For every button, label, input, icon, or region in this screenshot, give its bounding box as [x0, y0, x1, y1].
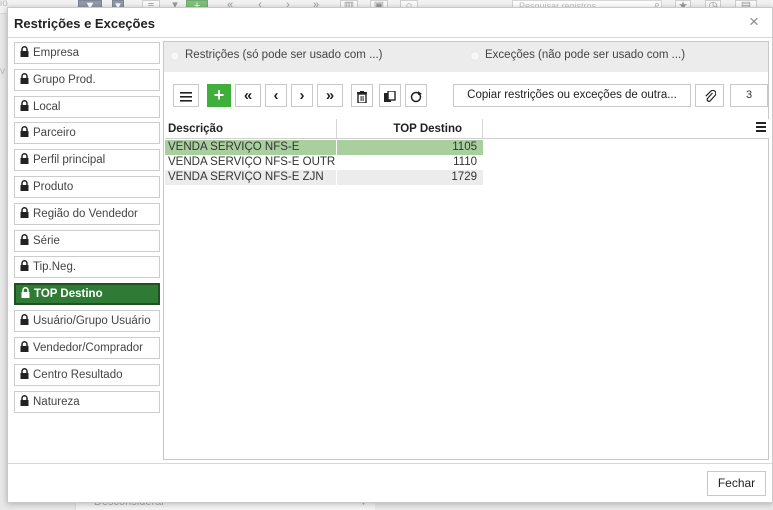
cell-descricao: VENDA SERVIÇO NFS-E ZJN [168, 171, 324, 183]
lock-icon [20, 180, 29, 191]
next-record-button[interactable]: › [291, 84, 313, 107]
close-button[interactable]: Fechar [707, 471, 766, 496]
first-record-button[interactable]: « [235, 84, 261, 107]
background-text-fragment: v [0, 66, 5, 77]
lock-icon [20, 73, 29, 84]
first-page-icon: « [243, 87, 253, 104]
lock-icon [20, 368, 29, 379]
sidebar-item-grupo-prod[interactable]: Grupo Prod. [14, 69, 160, 91]
sidebar-item-tip-neg[interactable]: Tip.Neg. [14, 256, 160, 278]
lock-icon [20, 395, 29, 406]
sidebar-item-usuario-grupo-usuario[interactable]: Usuário/Grupo Usuário [14, 310, 160, 332]
sidebar-item-top-destino[interactable]: TOP Destino [14, 283, 160, 305]
add-button[interactable]: + [207, 84, 231, 107]
table-row[interactable]: VENDA SERVIÇO NFS-E ZJN 1729 [165, 170, 483, 185]
lock-icon [20, 126, 29, 137]
sidebar-item-produto[interactable]: Produto [14, 176, 160, 198]
sidebar-item-centro-resultado[interactable]: Centro Resultado [14, 364, 160, 386]
modal-title: Restrições e Exceções [14, 16, 155, 31]
cell-top-destino: 1110 [453, 156, 477, 168]
sidebar-item-label: Região do Vendedor [33, 208, 138, 220]
lock-icon [20, 153, 29, 164]
mode-selector: Restrições (só pode ser usado com ...) E… [164, 42, 768, 72]
grid-header: Descrição TOP Destino [165, 119, 769, 139]
lock-icon [20, 341, 29, 352]
divider [8, 37, 772, 38]
cell-top-destino: 1729 [451, 171, 477, 183]
lock-icon [20, 314, 29, 325]
sidebar-item-label: Natureza [33, 396, 80, 408]
copy-restrictions-button[interactable]: Copiar restrições ou exceções de outra..… [453, 84, 691, 107]
divider [8, 463, 772, 464]
list-view-button[interactable] [173, 84, 199, 107]
sidebar-item-label: Local [33, 101, 61, 113]
sidebar-item-vendedor-comprador[interactable]: Vendedor/Comprador [14, 337, 160, 359]
sidebar-item-label: Perfil principal [33, 154, 106, 166]
record-count: 3 [730, 84, 768, 107]
paperclip-icon [704, 89, 716, 102]
sidebar-item-label: Série [33, 235, 60, 247]
sidebar-item-label: Vendedor/Comprador [33, 342, 143, 354]
last-page-icon: » [325, 87, 335, 104]
sidebar-item-natureza[interactable]: Natureza [14, 391, 160, 413]
cell-top-destino: 1105 [452, 141, 477, 153]
chevron-right-icon: › [299, 87, 305, 104]
sidebar-item-perfil-principal[interactable]: Perfil principal [14, 149, 160, 171]
table-row[interactable]: VENDA SERVIÇO NFS-E 1105 [165, 140, 483, 155]
lock-icon [20, 46, 29, 57]
column-header-descricao[interactable]: Descrição [168, 119, 337, 139]
sidebar-item-label: Grupo Prod. [33, 74, 96, 86]
sidebar-item-label: Tip.Neg. [33, 261, 77, 273]
sidebar-item-serie[interactable]: Série [14, 230, 160, 252]
chevron-left-icon: ‹ [273, 87, 279, 104]
copy-icon [384, 89, 396, 102]
delete-button[interactable] [351, 84, 373, 107]
table-row[interactable]: VENDA SERVIÇO NFS-E OUTROS 1110 [165, 155, 483, 170]
close-icon[interactable]: × [746, 13, 762, 31]
lock-icon [20, 234, 29, 245]
sidebar-item-label: Empresa [33, 47, 80, 59]
refresh-button[interactable] [405, 84, 427, 107]
sidebar-item-label: Centro Resultado [33, 369, 123, 381]
sidebar-item-label: TOP Destino [34, 288, 103, 300]
cell-descricao: VENDA SERVIÇO NFS-E [168, 141, 300, 153]
lock-icon [21, 287, 30, 298]
radio-excecoes[interactable] [470, 51, 480, 61]
sidebar-item-label: Usuário/Grupo Usuário [33, 315, 151, 327]
sidebar-item-label: Produto [33, 181, 74, 193]
cell-descricao: VENDA SERVIÇO NFS-E OUTROS [168, 156, 335, 168]
plus-icon: + [213, 85, 225, 105]
lock-icon [20, 100, 29, 111]
column-header-top-destino[interactable]: TOP Destino [337, 119, 483, 139]
lock-icon [20, 260, 29, 271]
sidebar-item-empresa[interactable]: Empresa [14, 42, 160, 64]
radio-restricoes[interactable] [170, 51, 180, 61]
duplicate-button[interactable] [379, 84, 401, 107]
trash-icon [357, 90, 367, 104]
restrictions-modal: Restrições e Exceções × Empresa Grupo Pro… [7, 7, 773, 503]
hamburger-icon[interactable] [756, 122, 766, 134]
list-icon [180, 91, 192, 102]
sidebar-item-local[interactable]: Local [14, 96, 160, 118]
last-record-button[interactable]: » [317, 84, 343, 107]
content-panel: Restrições (só pode ser usado com ...) E… [163, 41, 769, 460]
sidebar-item-regiao-do-vendedor[interactable]: Região do Vendedor [14, 203, 160, 225]
radio-excecoes-label[interactable]: Exceções (não pode ser usado com ...) [485, 49, 685, 61]
sidebar-item-label: Parceiro [33, 127, 76, 139]
radio-restricoes-label[interactable]: Restrições (só pode ser usado com ...) [185, 49, 383, 61]
refresh-icon [410, 90, 422, 102]
attach-button[interactable] [695, 84, 724, 107]
sidebar-item-parceiro[interactable]: Parceiro [14, 122, 160, 144]
previous-record-button[interactable]: ‹ [265, 84, 287, 107]
lock-icon [20, 207, 29, 218]
